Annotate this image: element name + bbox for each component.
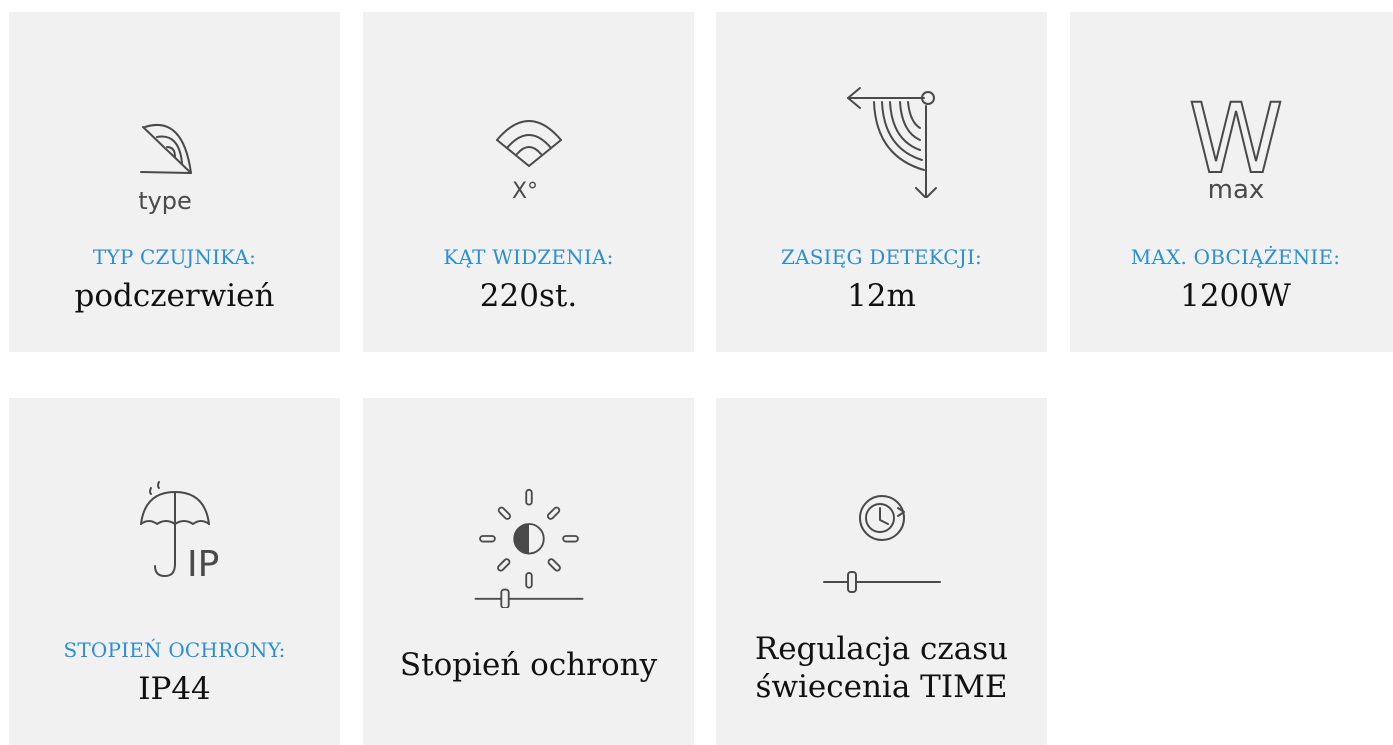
tile-label: TYP CZUJNIKA: <box>92 245 257 269</box>
umbrella-ip-icon: IP <box>105 464 245 584</box>
feature-tile-viewing-angle: X° KĄT WIDZENIA: 220st. <box>363 12 694 352</box>
tile-value: 220st. <box>479 278 578 314</box>
feature-tile-time: Regulacja czasu świecenia TIME <box>716 398 1047 745</box>
detection-range-icon <box>812 78 952 198</box>
max-load-icon: W max <box>1166 82 1306 202</box>
tile-value: IP44 <box>138 671 211 707</box>
feature-tile-sensor-type: type TYP CZUJNIKA: podczerwień <box>9 12 340 352</box>
feature-tile-max-load: W max MAX. OBCIĄŻENIE: 1200W <box>1070 12 1393 352</box>
time-slider-icon <box>812 478 952 598</box>
icon-text-ip: IP <box>187 544 219 584</box>
feature-tile-light-level: Stopień ochrony <box>363 398 694 745</box>
viewing-angle-icon: X° <box>459 92 599 212</box>
tile-value: podczerwień <box>74 278 275 314</box>
tile-label: ZASIĘG DETEKCJI: <box>780 245 982 269</box>
light-level-slider-icon <box>459 488 599 608</box>
icon-text-type: type <box>138 187 192 215</box>
sensor-type-icon: type <box>105 97 245 217</box>
tile-value: 1200W <box>1180 278 1291 314</box>
description-line: świecenia TIME <box>755 669 1008 705</box>
tile-label: KĄT WIDZENIA: <box>443 245 614 269</box>
icon-text-max: max <box>1207 175 1264 202</box>
tile-value: 12m <box>847 278 916 314</box>
feature-tile-ip-rating: IP STOPIEŃ OCHRONY: IP44 <box>9 398 340 745</box>
tile-label: STOPIEŃ OCHRONY: <box>63 638 286 662</box>
feature-tile-detection-range: ZASIĘG DETEKCJI: 12m <box>716 12 1047 352</box>
tile-description: Regulacja czasu świecenia TIME <box>716 630 1047 706</box>
tile-description: Stopień ochrony <box>363 646 694 684</box>
description-line: Regulacja czasu <box>754 631 1009 667</box>
description-line: Stopień ochrony <box>399 647 658 683</box>
icon-text-angle: X° <box>511 179 537 204</box>
tile-label: MAX. OBCIĄŻENIE: <box>1130 245 1341 269</box>
